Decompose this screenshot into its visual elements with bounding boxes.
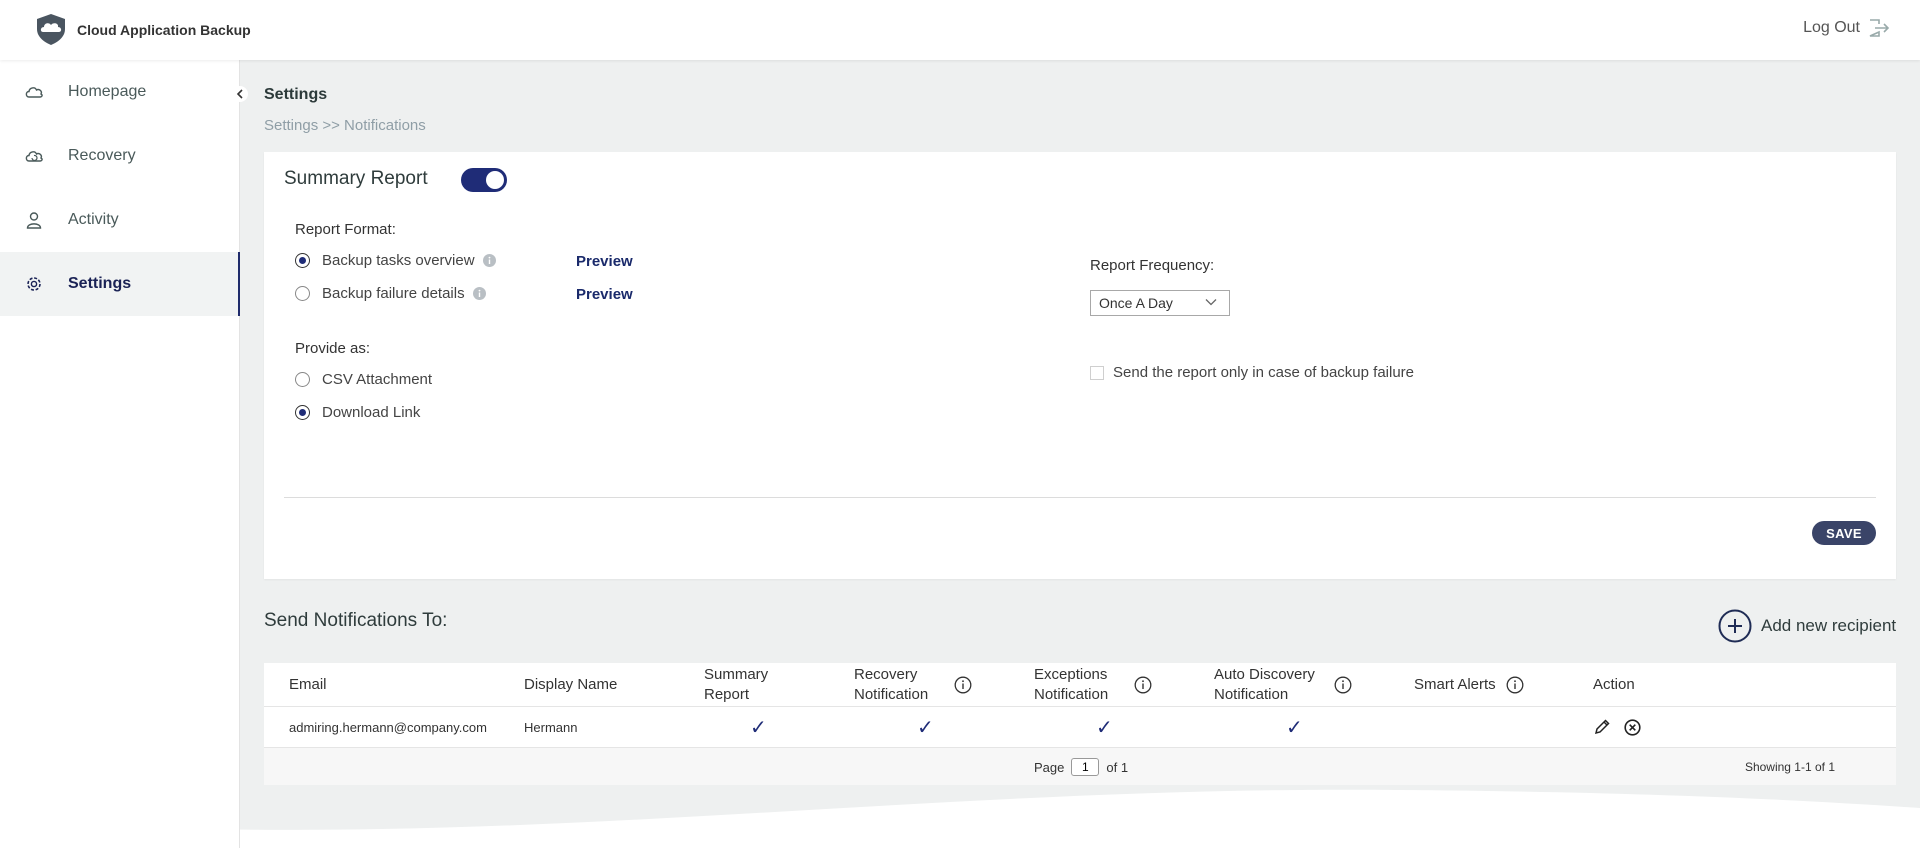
summary-report-card: Summary Report Report Format: Backup tas… <box>264 152 1896 579</box>
cell-recovery-check: ✓ <box>917 716 934 739</box>
chevron-left-icon <box>236 89 243 99</box>
checkbox-label: Send the report only in case of backup f… <box>1113 364 1415 381</box>
info-icon[interactable] <box>1334 676 1352 694</box>
add-recipient-label: Add new recipient <box>1761 616 1897 635</box>
notifications-title: Send Notifications To: <box>264 610 448 631</box>
summary-report-title: Summary Report <box>284 168 428 189</box>
cell-exceptions-check: ✓ <box>1096 716 1113 739</box>
column-header-exceptions[interactable]: Exceptions Notification <box>1034 663 1164 706</box>
column-header-label: Smart Alerts <box>1414 675 1496 693</box>
report-format-label: Report Format: <box>295 221 396 238</box>
report-frequency-label: Report Frequency: <box>1090 257 1215 274</box>
info-icon[interactable] <box>1506 676 1524 694</box>
edit-pencil-icon[interactable] <box>1594 719 1610 735</box>
logout-icon <box>1869 19 1890 37</box>
column-header-label: Email <box>289 675 327 693</box>
column-header-label: Exceptions Notification <box>1034 665 1109 703</box>
cloud-icon <box>25 87 43 98</box>
cell-email: admiring.hermann@company.com <box>289 719 487 735</box>
column-header-recovery[interactable]: Recovery Notification <box>854 663 984 706</box>
radio-button[interactable] <box>295 253 310 268</box>
format-option-overview[interactable]: Backup tasks overview <box>295 252 496 269</box>
cloud-refresh-icon <box>25 151 43 162</box>
toggle-knob <box>486 171 504 189</box>
logout-label: Log Out <box>1803 19 1860 36</box>
app-title: Cloud Application Backup <box>77 22 251 38</box>
radio-label: Download Link <box>322 404 421 421</box>
column-header-label: Recovery Notification <box>854 665 929 703</box>
preview-link-overview[interactable]: Preview <box>576 253 633 270</box>
column-header-label: Display Name <box>524 675 618 693</box>
sidebar-item-label: Homepage <box>68 83 147 100</box>
column-header-display-name[interactable]: Display Name <box>524 663 684 706</box>
sidebar-item-activity[interactable]: Activity <box>0 188 240 252</box>
column-header-summary-report[interactable]: Summary Report <box>704 663 794 706</box>
info-icon[interactable] <box>1134 676 1152 694</box>
column-header-action: Action <box>1593 663 1673 706</box>
sidebar-collapse-button[interactable] <box>232 86 248 102</box>
pagination: Page of 1 <box>1034 758 1128 776</box>
divider <box>284 497 1876 498</box>
summary-report-toggle[interactable] <box>461 168 507 192</box>
page-number-input[interactable] <box>1071 758 1100 776</box>
sidebar-item-homepage[interactable]: Homepage <box>0 60 240 124</box>
info-icon[interactable] <box>954 676 972 694</box>
breadcrumb[interactable]: Settings >> Notifications <box>264 117 426 134</box>
failure-only-checkbox[interactable] <box>1090 365 1104 380</box>
provide-option-download[interactable]: Download Link <box>295 404 420 421</box>
select-value: Once A Day <box>1099 295 1173 311</box>
info-icon[interactable] <box>472 287 486 300</box>
column-header-label: Action <box>1593 675 1635 693</box>
column-header-label: Summary Report <box>704 665 769 703</box>
format-option-failure[interactable]: Backup failure details <box>295 285 486 302</box>
page-label: Page <box>1034 759 1065 775</box>
failure-only-option[interactable]: Send the report only in case of backup f… <box>1090 364 1414 381</box>
background-wave <box>0 789 1920 848</box>
cell-display-name: Hermann <box>524 719 578 735</box>
showing-count: Showing 1-1 of 1 <box>1744 760 1835 774</box>
delete-circle-icon[interactable] <box>1624 718 1641 736</box>
column-header-auto-discovery[interactable]: Auto Discovery Notification <box>1214 663 1364 706</box>
radio-button[interactable] <box>295 372 310 387</box>
logout-button[interactable]: Log Out <box>1803 18 1890 38</box>
divider <box>264 706 1896 707</box>
sidebar: Homepage Recovery Activity Settings <box>0 60 240 848</box>
info-icon[interactable] <box>482 254 496 267</box>
recipients-table: Email Display Name Summary Report Recove… <box>264 663 1896 785</box>
shield-cloud-logo-icon <box>37 14 65 45</box>
sidebar-item-label: Recovery <box>68 147 136 164</box>
top-header: Cloud Application Backup Log Out <box>0 0 1920 60</box>
gear-icon <box>27 277 41 291</box>
add-recipient-button[interactable]: Add new recipient <box>1718 609 1896 643</box>
plus-circle-icon <box>1718 609 1752 643</box>
sidebar-item-label: Settings <box>68 275 132 292</box>
preview-link-failure[interactable]: Preview <box>576 286 633 303</box>
chevron-down-icon <box>1205 299 1217 306</box>
sidebar-item-label: Activity <box>68 211 119 228</box>
sidebar-item-settings[interactable]: Settings <box>0 252 240 316</box>
column-header-email[interactable]: Email <box>289 663 489 706</box>
column-header-smart-alerts[interactable]: Smart Alerts <box>1414 663 1544 706</box>
user-icon <box>26 212 42 229</box>
radio-label: Backup tasks overview <box>322 252 475 269</box>
cell-action <box>1594 707 1641 747</box>
radio-label: Backup failure details <box>322 285 465 302</box>
provide-as-label: Provide as: <box>295 340 371 357</box>
sidebar-item-recovery[interactable]: Recovery <box>0 124 240 188</box>
radio-label: CSV Attachment <box>322 371 433 388</box>
cell-auto-discovery-check: ✓ <box>1286 716 1303 739</box>
provide-option-csv[interactable]: CSV Attachment <box>295 371 432 388</box>
cell-summary-report-check: ✓ <box>750 716 767 739</box>
report-frequency-select[interactable]: Once A Day <box>1090 290 1230 316</box>
radio-button[interactable] <box>295 286 310 301</box>
page-title: Settings <box>264 86 328 103</box>
radio-button[interactable] <box>295 405 310 420</box>
save-button[interactable]: SAVE <box>1812 521 1876 545</box>
column-header-label: Auto Discovery Notification <box>1214 665 1315 703</box>
page-total: of 1 <box>1106 759 1129 775</box>
